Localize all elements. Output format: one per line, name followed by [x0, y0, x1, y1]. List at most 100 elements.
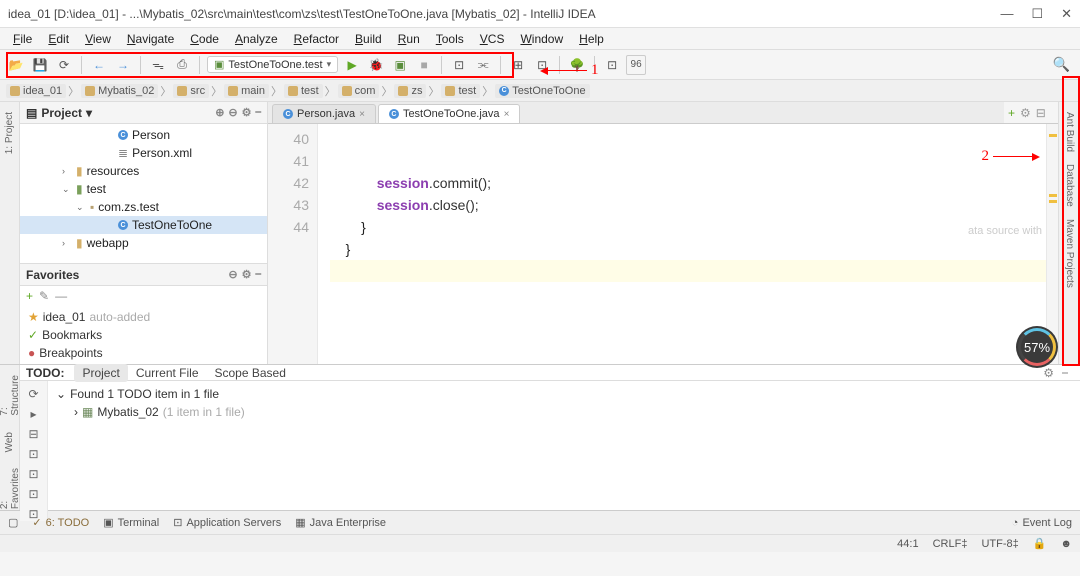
lock-icon[interactable]: 🔒 [1033, 537, 1047, 550]
autoscroll-icon[interactable]: ⊡ [28, 487, 38, 501]
project-tree[interactable]: CPerson≣Person.xml›▮resources⌄▮test⌄▪com… [20, 124, 267, 263]
scroll-to-icon[interactable]: ⊕ [215, 106, 224, 119]
filter-icon[interactable]: ⊡ [28, 467, 38, 481]
line-sep[interactable]: CRLF‡ [933, 538, 968, 550]
coverage-num[interactable]: 96 [626, 55, 646, 75]
editor-gutter[interactable]: 4041424344 [268, 124, 318, 364]
tree-item[interactable]: ›▮webapp [20, 234, 267, 252]
menu-run[interactable]: Run [391, 30, 427, 48]
tree-item[interactable]: CPerson [20, 126, 267, 144]
attach-icon[interactable]: ⫘ [473, 55, 493, 75]
web-tool-tab[interactable]: Web [2, 426, 17, 458]
tree-item[interactable]: ›▮resources [20, 162, 267, 180]
caret-pos[interactable]: 44:1 [897, 538, 918, 550]
todo-scope-tab[interactable]: Project [74, 364, 127, 382]
stop-icon[interactable]: ■ [414, 55, 434, 75]
menu-analyze[interactable]: Analyze [228, 30, 285, 48]
menu-view[interactable]: View [78, 30, 118, 48]
todo-gear-icon[interactable]: ⚙ [1043, 366, 1054, 380]
menu-navigate[interactable]: Navigate [120, 30, 181, 48]
menu-edit[interactable]: Edit [41, 30, 76, 48]
add-fav-icon[interactable]: + [26, 289, 33, 303]
editor-tab[interactable]: CPerson.java× [272, 104, 376, 123]
breadcrumb-item[interactable]: main [224, 84, 269, 98]
breadcrumb-item[interactable]: zs [394, 84, 426, 98]
coverage-icon[interactable]: ▣ [390, 55, 410, 75]
favorite-item[interactable]: ●Breakpoints [20, 344, 267, 362]
breadcrumb-item[interactable]: com [338, 84, 380, 98]
todo-scope-tab[interactable]: Current File [128, 364, 207, 382]
debug-icon[interactable]: 🐞 [366, 55, 386, 75]
todo-tree[interactable]: ⌄Found 1 TODO item in 1 file ›▦Mybatis_0… [48, 381, 1080, 521]
breadcrumb-item[interactable]: Mybatis_02 [81, 84, 158, 98]
tree-item[interactable]: ≣Person.xml [20, 144, 267, 162]
tree-item[interactable]: ⌄▪com.zs.test [20, 198, 267, 216]
profile-icon[interactable]: ⊡ [449, 55, 469, 75]
cut-icon[interactable]: ᯓ [148, 55, 168, 75]
favorites-tool-tab[interactable]: 2: Favorites [0, 462, 23, 515]
breadcrumb-item[interactable]: test [284, 84, 323, 98]
run-icon[interactable]: ▶ [342, 55, 362, 75]
menu-vcs[interactable]: VCS [473, 30, 512, 48]
javaee-toolwindow-button[interactable]: ▦ Java Enterprise [295, 516, 386, 529]
menu-help[interactable]: Help [572, 30, 611, 48]
del-fav-icon[interactable]: — [55, 289, 67, 303]
close-icon[interactable]: ✕ [1061, 6, 1072, 22]
add-tab-icon[interactable]: + [1008, 106, 1015, 120]
save-icon[interactable]: 💾 [30, 55, 50, 75]
expand-icon[interactable]: ▸ [30, 407, 36, 421]
progress-indicator[interactable]: 57% [1016, 326, 1058, 368]
appservers-toolwindow-button[interactable]: ⊡ Application Servers [173, 516, 281, 529]
tree-item[interactable]: ⌄▮test [20, 180, 267, 198]
todo-hide-icon[interactable]: ⎯ [1062, 365, 1068, 380]
close-tab-icon[interactable]: × [504, 109, 510, 120]
undo-icon[interactable]: ← [89, 55, 109, 75]
refresh-icon[interactable]: ⟳ [28, 387, 38, 401]
menu-tools[interactable]: Tools [429, 30, 471, 48]
maximize-icon[interactable]: ☐ [1031, 6, 1043, 22]
terminal-toolwindow-button[interactable]: ▣ Terminal [103, 516, 159, 529]
structure-tool-tab[interactable]: 7: Structure [0, 369, 23, 422]
hector-icon[interactable]: ☻ [1060, 538, 1072, 550]
hide-icon[interactable]: ⎯ [256, 106, 262, 119]
right-tool-tab[interactable]: Ant Build [1061, 106, 1078, 158]
menu-build[interactable]: Build [348, 30, 389, 48]
favorite-item[interactable]: ★idea_01 auto-added [20, 308, 267, 326]
menu-window[interactable]: Window [513, 30, 570, 48]
encoding[interactable]: UTF-8‡ [981, 538, 1018, 550]
open-icon[interactable]: 📂 [6, 55, 26, 75]
close-tab-icon[interactable]: × [359, 109, 365, 120]
breadcrumb-item[interactable]: idea_01 [6, 84, 66, 98]
menu-code[interactable]: Code [183, 30, 226, 48]
group-icon[interactable]: ⊡ [28, 447, 38, 461]
collapse-all-icon[interactable]: ⊟ [28, 427, 38, 441]
structure-icon[interactable]: ⊞ [508, 55, 528, 75]
breadcrumb-item[interactable]: test [441, 84, 480, 98]
minimize-icon[interactable]: — [1000, 6, 1013, 22]
status-menu-icon[interactable]: ▢ [8, 516, 18, 529]
right-tool-tab[interactable]: Database [1061, 158, 1078, 213]
tab-gear-icon[interactable]: ⚙ [1020, 106, 1031, 120]
sync-icon[interactable]: ⟳ [54, 55, 74, 75]
fav-hide-icon[interactable]: ⎯ [256, 268, 262, 281]
breadcrumb-item[interactable]: src [173, 84, 209, 98]
fav-collapse-icon[interactable]: ⊖ [228, 268, 237, 281]
menu-refactor[interactable]: Refactor [287, 30, 346, 48]
run-config-selector[interactable]: ▣ TestOneToOne.test [207, 56, 338, 73]
right-tool-tab[interactable]: Maven Projects [1061, 213, 1078, 294]
search-icon[interactable]: 🔍 [1053, 56, 1070, 73]
project-tool-tab[interactable]: 1: Project [2, 106, 17, 160]
favorite-item[interactable]: ✓Bookmarks [20, 326, 267, 344]
todo-scope-tab[interactable]: Scope Based [207, 364, 294, 382]
tree-item[interactable]: CTestOneToOne [20, 216, 267, 234]
breadcrumb-item[interactable]: C TestOneToOne [495, 84, 589, 98]
redo-icon[interactable]: → [113, 55, 133, 75]
editor-tab[interactable]: CTestOneToOne.java× [378, 104, 520, 123]
edit-fav-icon[interactable]: ✎ [39, 289, 49, 303]
menu-file[interactable]: File [6, 30, 39, 48]
eventlog-button[interactable]: ◔ Event Log [1012, 517, 1072, 529]
layout-icon[interactable]: ⊡ [602, 55, 622, 75]
code-editor[interactable]: session.commit(); session.close(); } } a… [318, 124, 1046, 364]
tab-hide-icon[interactable]: ⊟ [1036, 106, 1046, 120]
collapse-icon[interactable]: ⊖ [228, 106, 237, 119]
